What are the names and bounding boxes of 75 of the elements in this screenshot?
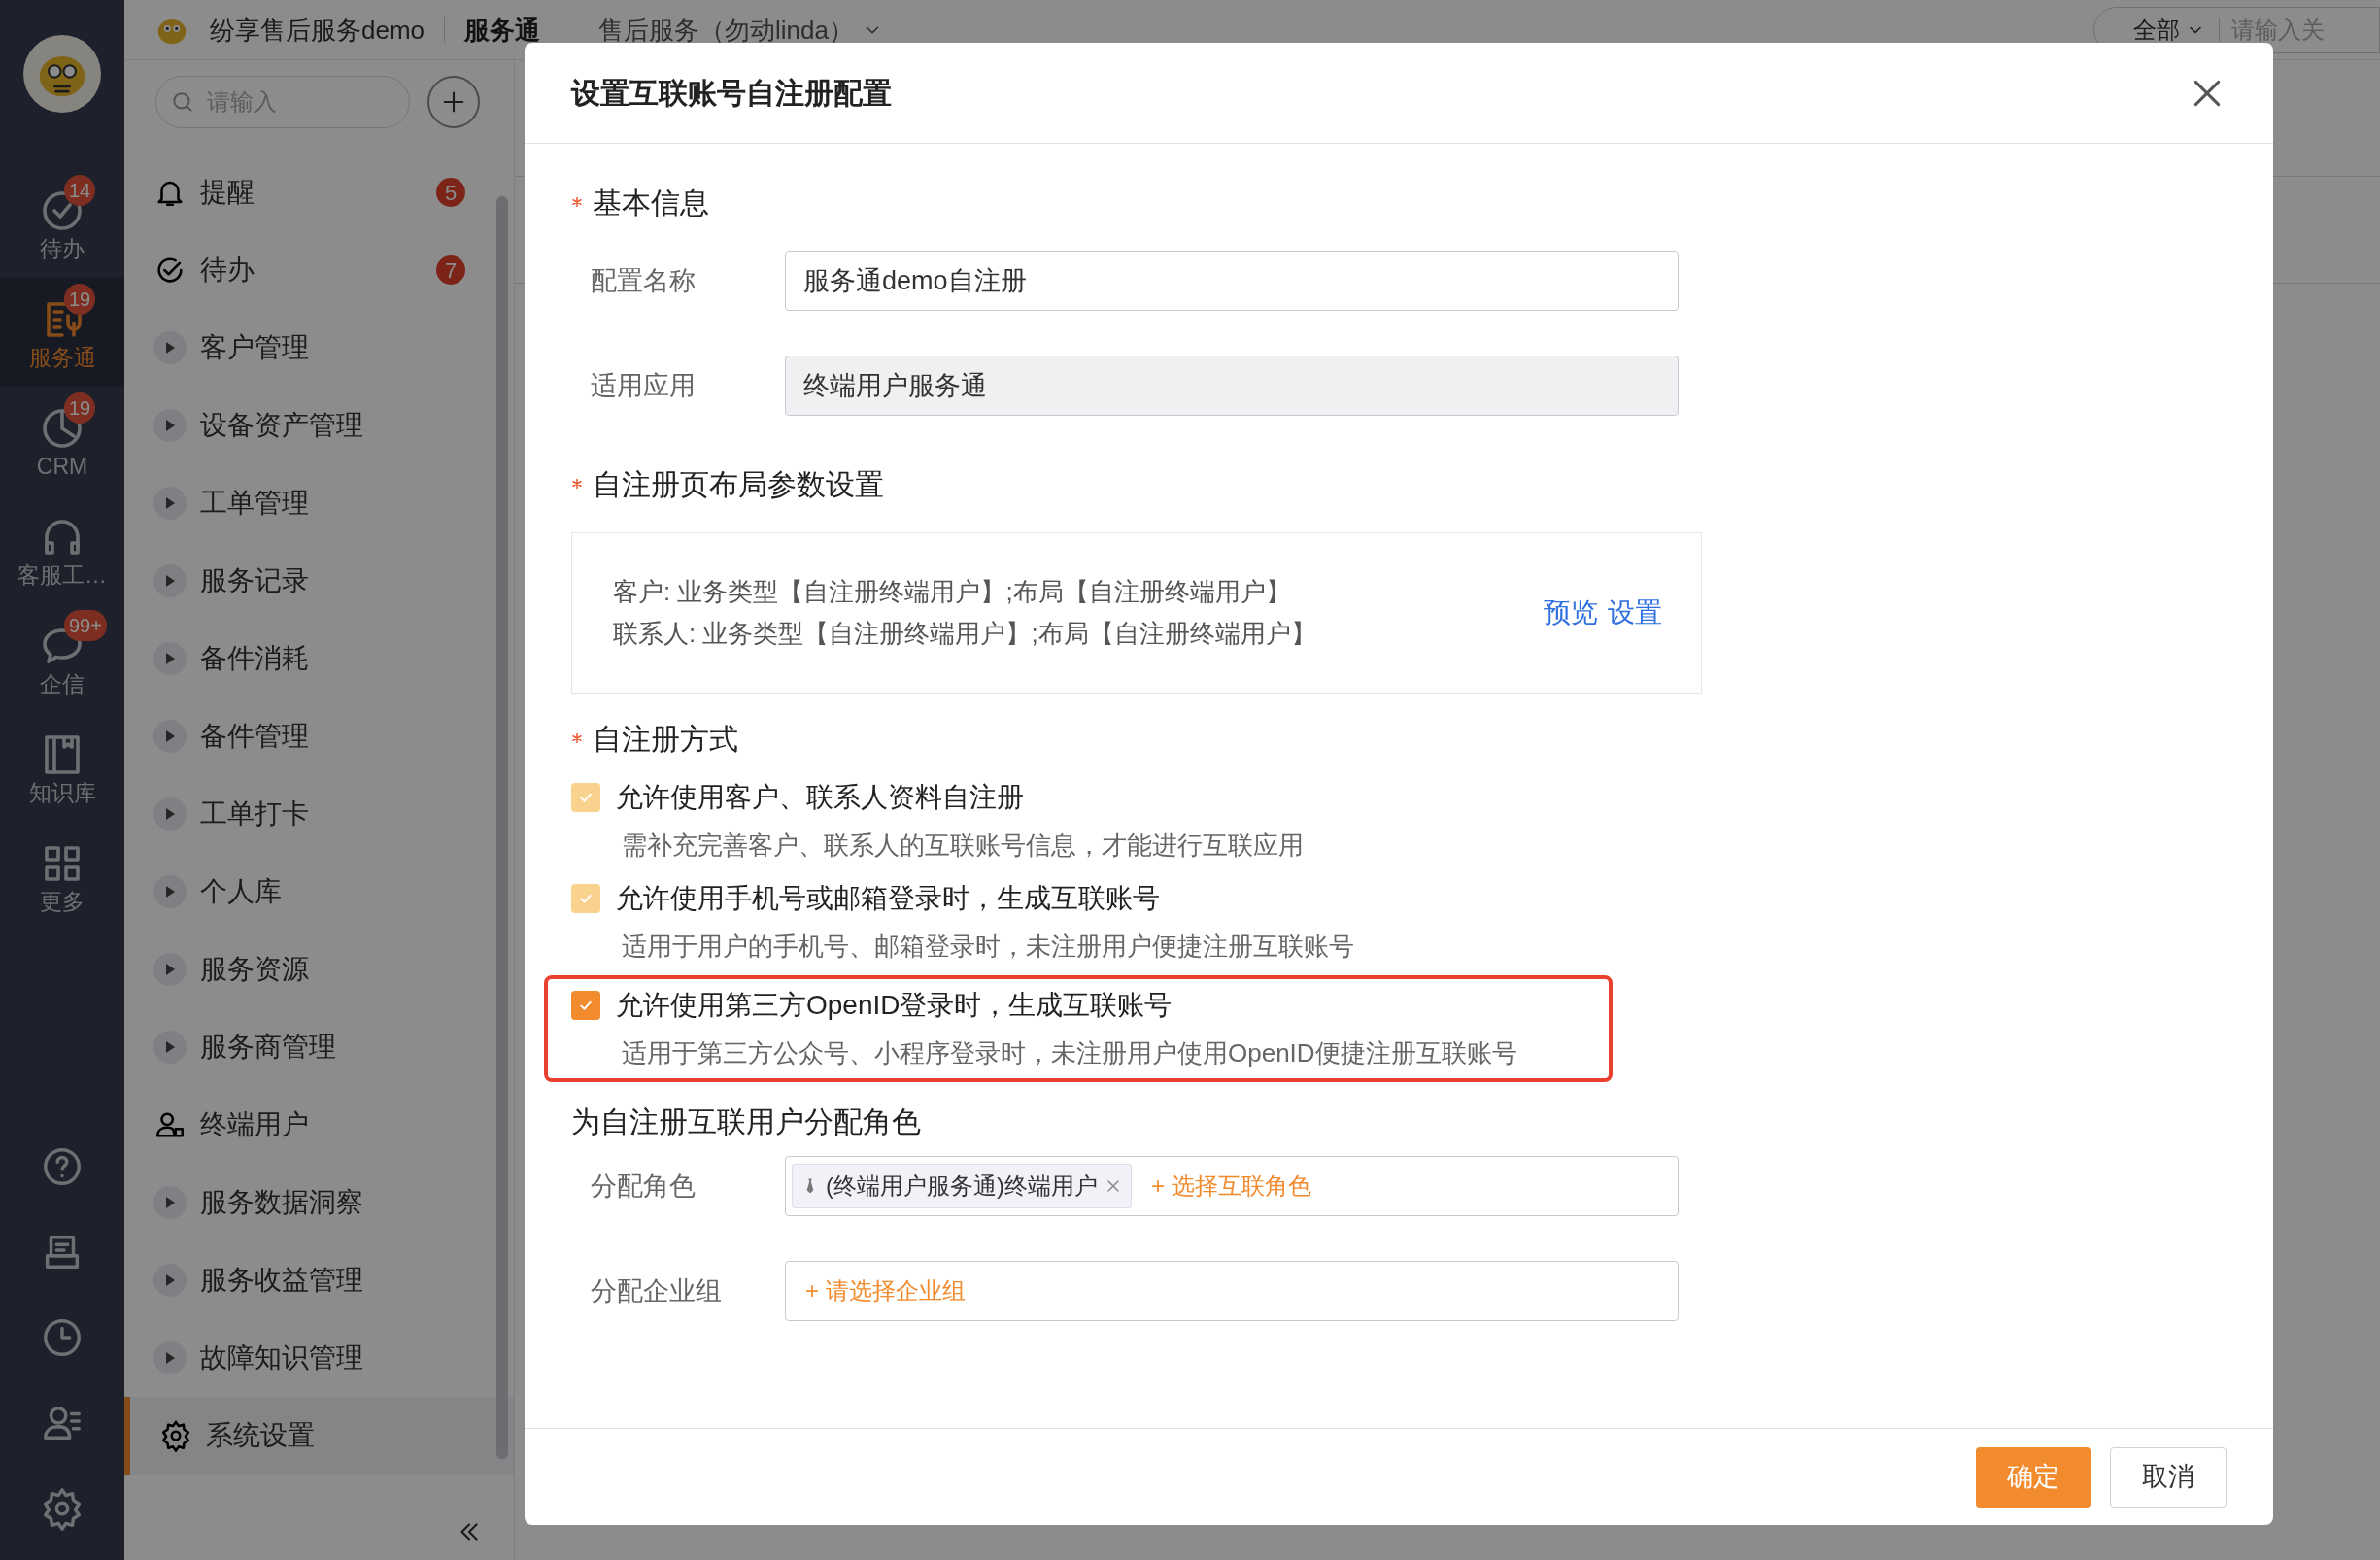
sidebar-item[interactable]: 个人库 — [124, 853, 514, 931]
expand-icon — [153, 487, 187, 520]
rail-item[interactable]: 更多 — [0, 822, 124, 931]
cancel-button[interactable]: 取消 — [2110, 1446, 2227, 1508]
expand-icon — [153, 875, 187, 908]
sidebar-item[interactable]: 终端用户 — [124, 1086, 514, 1164]
sidebar-item[interactable]: 客户管理 — [124, 309, 514, 387]
sidebar-item[interactable]: 备件消耗 — [124, 620, 514, 697]
field-label: 分配企业组 — [590, 1274, 723, 1307]
expand-icon — [153, 564, 187, 597]
field-label: 配置名称 — [590, 264, 697, 297]
rail-item[interactable]: 知识库 — [0, 713, 124, 822]
sidebar-item[interactable]: 设备资产管理 — [124, 387, 514, 464]
option-description: 需补充完善客户、联系人的互联账号信息，才能进行互联应用 — [621, 829, 1305, 862]
rail-item[interactable]: 待办 14 — [0, 169, 124, 278]
expand-icon — [153, 1031, 187, 1064]
link[interactable]: 预览 — [1544, 593, 1598, 633]
section-heading: 基本信息 — [593, 185, 709, 220]
checkbox[interactable] — [571, 991, 600, 1020]
space-dropdown[interactable]: 售后服务（勿动linda） — [598, 17, 883, 43]
layout-summary: 联系人: 业务类型【自注册终端用户】;布局【自注册终端用户】 — [613, 618, 1316, 650]
sidebar-item[interactable]: 工单管理 — [124, 464, 514, 542]
expand-icon — [153, 953, 187, 986]
option-label: 允许使用第三方OpenID登录时，生成互联账号 — [616, 989, 1173, 1022]
sidebar-item[interactable]: 服务资源 — [124, 931, 514, 1008]
add-button[interactable] — [427, 76, 480, 128]
expand-icon — [153, 409, 187, 442]
sidebar-item[interactable]: 服务收益管理 — [124, 1241, 514, 1319]
field-label: 分配角色 — [590, 1170, 697, 1203]
expand-icon — [153, 1341, 187, 1374]
layout-summary: 客户: 业务类型【自注册终端用户】;布局【自注册终端用户】 — [613, 576, 1292, 608]
field-label: 适用应用 — [590, 369, 697, 402]
option-label: 允许使用客户、联系人资料自注册 — [616, 781, 1024, 814]
sidebar-item[interactable]: 工单打卡 — [124, 775, 514, 853]
count-badge: 7 — [436, 255, 465, 285]
sidebar-item[interactable]: 待办 7 — [124, 231, 514, 309]
module-title: 服务通 — [464, 17, 541, 43]
count-badge: 5 — [436, 178, 465, 207]
expand-icon — [153, 1264, 187, 1297]
sidebar-item[interactable]: 服务数据洞察 — [124, 1164, 514, 1241]
sidebar-item[interactable]: 系统设置 — [124, 1397, 514, 1475]
sidebar-item[interactable]: 备件管理 — [124, 697, 514, 775]
expand-icon — [153, 331, 187, 364]
rail-item[interactable]: 企信 99+ — [0, 604, 124, 713]
role-tag: (终端用户服务通)终端用户 — [792, 1164, 1132, 1208]
count-badge: 14 — [64, 175, 96, 206]
settings-icon — [159, 1419, 192, 1452]
filter-dropdown[interactable]: 全部 — [2133, 17, 2220, 42]
option-description: 适用于用户的手机号、邮箱登录时，未注册用户便捷注册互联账号 — [621, 930, 1355, 963]
option-label: 允许使用手机号或邮箱登录时，生成互联账号 — [616, 882, 1160, 915]
sidebar-item[interactable]: 服务记录 — [124, 542, 514, 620]
role-field[interactable]: (终端用户服务通)终端用户 + 选择互联角色 — [785, 1156, 1679, 1216]
sidebar-item[interactable]: 提醒 5 — [124, 153, 514, 231]
dialog-title: 设置互联账号自注册配置 — [571, 76, 892, 111]
expand-icon — [153, 720, 187, 753]
count-badge: 19 — [64, 392, 96, 424]
section-heading: 自注册方式 — [593, 721, 738, 757]
count-badge: 19 — [64, 284, 96, 315]
expand-icon — [153, 642, 187, 675]
expand-icon — [153, 797, 187, 831]
section-heading: 为自注册互联用户分配角色 — [571, 1103, 921, 1139]
sidebar-item[interactable]: 故障知识管理 — [124, 1319, 514, 1397]
input-field[interactable]: 服务通demo自注册 — [785, 251, 1679, 311]
sidebar-item[interactable]: 服务商管理 — [124, 1008, 514, 1086]
option-description: 适用于第三方公众号、小程序登录时，未注册用户使用OpenID便捷注册互联账号 — [621, 1036, 1518, 1069]
rail-item[interactable]: CRM 19 — [0, 387, 124, 495]
rail-item[interactable]: 客服工… — [0, 495, 124, 604]
section-heading: 自注册页布局参数设置 — [593, 466, 884, 502]
count-badge: 99+ — [64, 610, 107, 641]
scrollbar[interactable] — [496, 196, 508, 1459]
search-icon — [170, 89, 195, 115]
rail-item[interactable]: 服务通 19 — [0, 278, 124, 387]
link[interactable]: 设置 — [1608, 593, 1662, 633]
expand-icon — [153, 1186, 187, 1219]
app-name: 纷享售后服务demo — [210, 17, 425, 43]
